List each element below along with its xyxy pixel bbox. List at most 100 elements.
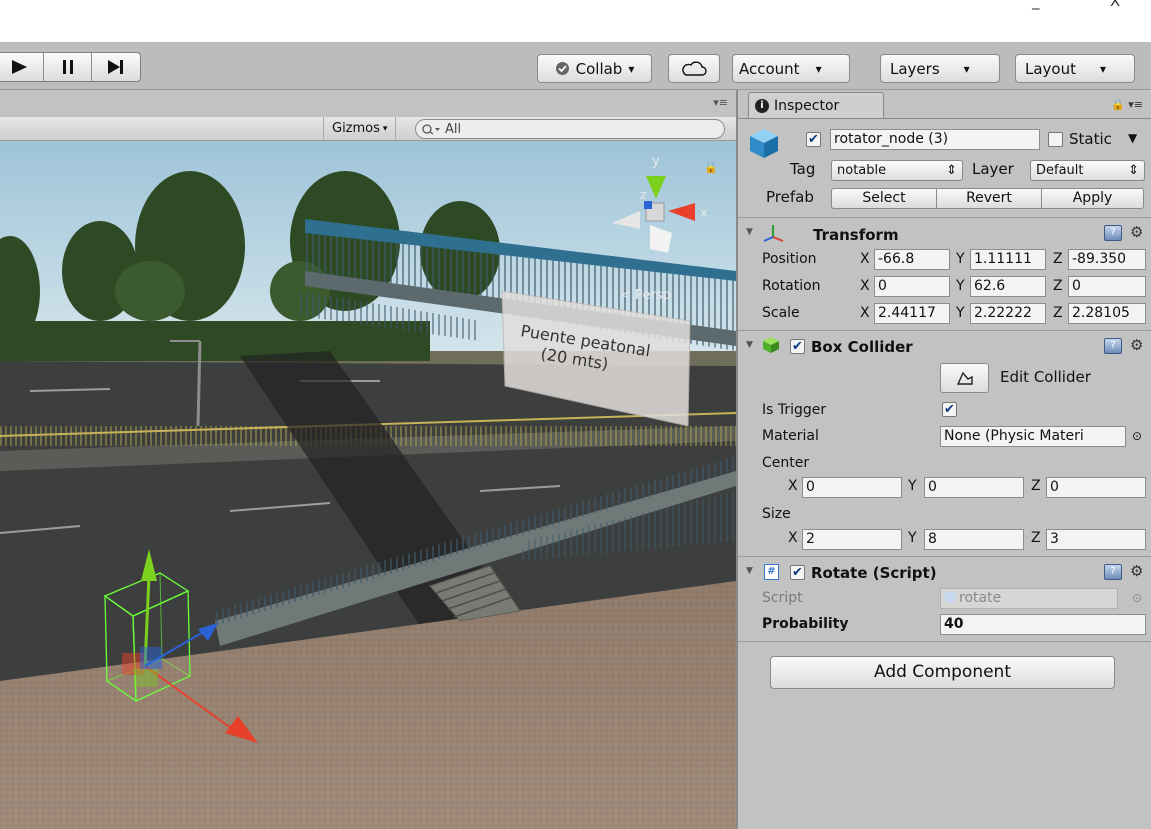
step-button[interactable] bbox=[91, 53, 140, 81]
axis-x-label: X bbox=[860, 251, 870, 267]
collab-button[interactable]: Collab ▾ bbox=[537, 54, 652, 83]
object-name-field[interactable]: rotator_node (3) bbox=[830, 129, 1040, 150]
object-picker-icon: ⊙ bbox=[1132, 591, 1143, 605]
prefab-select-button[interactable]: Select bbox=[831, 188, 937, 209]
script-field: rotate bbox=[940, 588, 1118, 609]
gear-icon[interactable]: ⚙ bbox=[1130, 223, 1143, 241]
is-trigger-checkbox[interactable]: ✔ bbox=[942, 402, 957, 417]
box-collider-title[interactable]: Box Collider bbox=[811, 337, 913, 357]
layers-dropdown[interactable]: Layers ▾ bbox=[880, 54, 1000, 83]
foldout-arrow-icon[interactable]: ▼ bbox=[746, 227, 753, 237]
object-picker-icon[interactable]: ⊙ bbox=[1132, 426, 1142, 447]
tag-dropdown[interactable]: notable ⇕ bbox=[831, 160, 963, 181]
divider bbox=[738, 330, 1151, 331]
script-label: Script bbox=[762, 590, 803, 606]
panel-menu-icon[interactable]: ▾≡ bbox=[713, 96, 728, 109]
search-icon bbox=[422, 124, 440, 135]
box-collider-icon bbox=[763, 337, 779, 353]
box-collider-enabled-checkbox[interactable]: ✔ bbox=[790, 339, 805, 354]
static-dropdown-arrow-icon[interactable]: ▼ bbox=[1128, 128, 1137, 149]
static-checkbox[interactable] bbox=[1048, 132, 1063, 147]
lamp-post bbox=[196, 340, 202, 427]
chevron-down-icon: ▾ bbox=[1100, 61, 1107, 76]
rotation-y-field[interactable]: 62.6 bbox=[970, 276, 1046, 297]
material-field[interactable]: None (Physic Materi bbox=[940, 426, 1126, 447]
axis-z-label: Z bbox=[1031, 530, 1041, 546]
foldout-arrow-icon[interactable]: ▼ bbox=[746, 566, 753, 576]
gear-icon[interactable]: ⚙ bbox=[1130, 562, 1143, 580]
chevron-down-icon: ▾ bbox=[963, 61, 970, 76]
center-x-field[interactable]: 0 bbox=[802, 477, 902, 498]
rotate-enabled-checkbox[interactable]: ✔ bbox=[790, 565, 805, 580]
layer-label: Layer bbox=[972, 160, 1014, 178]
minimize-button[interactable]: _ bbox=[1032, 0, 1040, 10]
active-checkbox[interactable]: ✔ bbox=[806, 132, 821, 147]
scale-z-field[interactable]: 2.28105 bbox=[1068, 303, 1146, 324]
tab-inspector[interactable]: i Inspector bbox=[748, 92, 884, 118]
add-component-button[interactable]: Add Component bbox=[770, 656, 1115, 689]
size-label: Size bbox=[762, 506, 791, 522]
scene-search-input[interactable]: All bbox=[415, 119, 725, 139]
account-dropdown[interactable]: Account ▾ bbox=[732, 54, 850, 83]
is-trigger-label: Is Trigger bbox=[762, 402, 827, 418]
size-x-field[interactable]: 2 bbox=[802, 529, 902, 550]
prefab-apply-button[interactable]: Apply bbox=[1041, 188, 1144, 209]
layer-dropdown[interactable]: Default ⇕ bbox=[1030, 160, 1145, 181]
play-button[interactable] bbox=[0, 53, 43, 81]
center-label: Center bbox=[762, 455, 810, 471]
close-button[interactable]: X bbox=[1110, 0, 1120, 10]
step-icon bbox=[108, 60, 124, 74]
scene-viewport[interactable]: Puente peatonal (20 mts) < Persp y x z 🔒 bbox=[0, 141, 736, 829]
axis-x-label: x bbox=[700, 206, 708, 221]
account-label: Account bbox=[739, 59, 800, 78]
size-z-field[interactable]: 3 bbox=[1046, 529, 1146, 550]
inspector-panel: i Inspector 🔒 ▾≡ ✔ rotator_node (3) Stat… bbox=[736, 90, 1151, 829]
rotation-x-field[interactable]: 0 bbox=[874, 276, 950, 297]
tag-value: notable bbox=[837, 163, 887, 178]
play-icon bbox=[11, 60, 27, 74]
help-book-icon[interactable]: ? bbox=[1104, 338, 1122, 354]
scale-x-field[interactable]: 2.44117 bbox=[874, 303, 950, 324]
axis-y-label: Y bbox=[956, 305, 965, 321]
scene-tab-bar: ▾≡ bbox=[0, 90, 736, 117]
rotate-script-title[interactable]: Rotate (Script) bbox=[811, 563, 937, 583]
prefab-label: Prefab bbox=[766, 188, 814, 206]
axis-x-label: X bbox=[788, 530, 798, 546]
gizmos-label: Gizmos bbox=[332, 121, 380, 136]
position-z-field[interactable]: -89.350 bbox=[1068, 249, 1146, 270]
scale-label: Scale bbox=[762, 305, 800, 321]
prefab-revert-button[interactable]: Revert bbox=[936, 188, 1042, 209]
help-book-icon[interactable]: ? bbox=[1104, 564, 1122, 580]
axis-z-label: Z bbox=[1053, 251, 1063, 267]
gizmo-z-cone bbox=[644, 201, 652, 209]
size-y-field[interactable]: 8 bbox=[924, 529, 1024, 550]
cloud-button[interactable] bbox=[668, 54, 720, 83]
edit-collider-button[interactable] bbox=[940, 363, 989, 393]
rotation-z-field[interactable]: 0 bbox=[1068, 276, 1146, 297]
foldout-arrow-icon[interactable]: ▼ bbox=[746, 340, 753, 350]
updown-icon: ⇕ bbox=[946, 163, 957, 178]
gizmos-dropdown[interactable]: Gizmos ▾ bbox=[323, 117, 397, 140]
center-y-field[interactable]: 0 bbox=[924, 477, 1024, 498]
position-label: Position bbox=[762, 251, 817, 267]
pause-button[interactable] bbox=[42, 53, 92, 81]
scale-y-field[interactable]: 2.22222 bbox=[970, 303, 1046, 324]
layout-dropdown[interactable]: Layout ▾ bbox=[1015, 54, 1135, 83]
gear-icon[interactable]: ⚙ bbox=[1130, 336, 1143, 354]
collab-label: Collab bbox=[575, 59, 623, 78]
center-z-field[interactable]: 0 bbox=[1046, 477, 1146, 498]
lock-icon[interactable]: 🔒 bbox=[704, 161, 718, 174]
chevron-down-icon: ▾ bbox=[815, 61, 822, 76]
help-book-icon[interactable]: ? bbox=[1104, 225, 1122, 241]
lock-icon[interactable]: 🔒 ▾≡ bbox=[1111, 98, 1143, 111]
axis-y-label: Y bbox=[956, 251, 965, 267]
scene-toolbar: Gizmos ▾ All bbox=[0, 117, 736, 141]
persp-label[interactable]: < Persp bbox=[620, 288, 671, 303]
probability-field[interactable]: 40 bbox=[940, 614, 1146, 635]
chevron-down-icon: ▾ bbox=[382, 123, 388, 134]
tag-label: Tag bbox=[790, 160, 816, 178]
transform-title[interactable]: Transform bbox=[813, 225, 899, 245]
position-x-field[interactable]: -66.8 bbox=[874, 249, 950, 270]
position-y-field[interactable]: 1.11111 bbox=[970, 249, 1046, 270]
csharp-script-icon: # bbox=[764, 564, 779, 580]
